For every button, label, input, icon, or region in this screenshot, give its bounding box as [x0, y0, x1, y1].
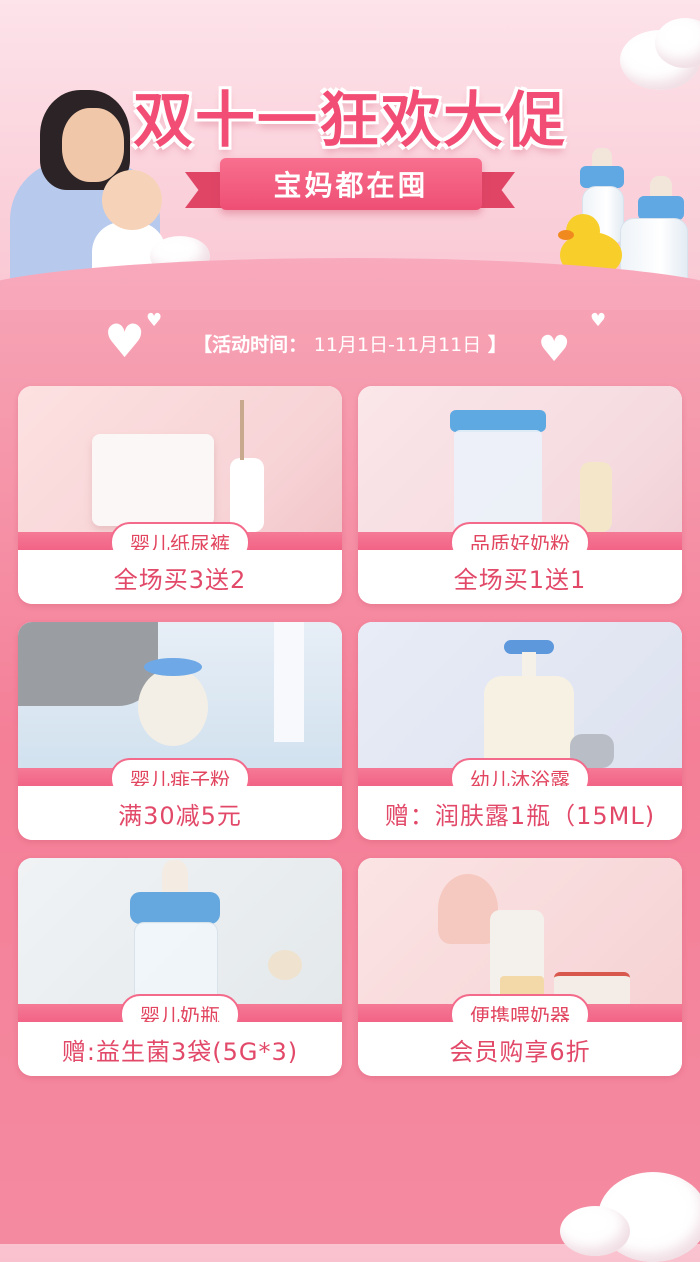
product-offer: 赠:益生菌3袋(5G*3): [18, 1022, 342, 1076]
product-offer: 满30减5元: [18, 786, 342, 840]
event-time: 【活动时间： 11月1日-11月11日 】: [193, 334, 507, 356]
product-offer: 会员购享6折: [358, 1022, 682, 1076]
cloud-icon: [560, 1206, 630, 1256]
event-time-label: 活动时间: [212, 334, 289, 356]
product-card-body-wash[interactable]: 幼儿沐浴露 赠：润肤露1瓶（15ML): [358, 622, 682, 840]
product-card-baby-powder[interactable]: 婴儿痱子粉 满30减5元: [18, 622, 342, 840]
product-card-feeding-bottle[interactable]: 婴儿奶瓶 赠:益生菌3袋(5G*3): [18, 858, 342, 1076]
product-card-diapers[interactable]: 婴儿纸尿裤 全场买3送2: [18, 386, 342, 604]
heart-icon: ♥: [146, 310, 163, 331]
product-offer: 全场买3送2: [18, 550, 342, 604]
heart-icon: ♥: [590, 310, 607, 331]
page-title: 双十一狂欢大促: [133, 86, 567, 156]
product-card-breast-pump[interactable]: 便携喂奶器 会员购享6折: [358, 858, 682, 1076]
product-card-milk-powder[interactable]: 品质好奶粉 全场买1送1: [358, 386, 682, 604]
product-offer: 赠：润肤露1瓶（15ML): [358, 786, 682, 840]
subtitle-ribbon: 宝妈都在囤: [220, 158, 482, 210]
event-time-dates: 11月1日-11月11日: [313, 334, 482, 356]
product-offer: 全场买1送1: [358, 550, 682, 604]
